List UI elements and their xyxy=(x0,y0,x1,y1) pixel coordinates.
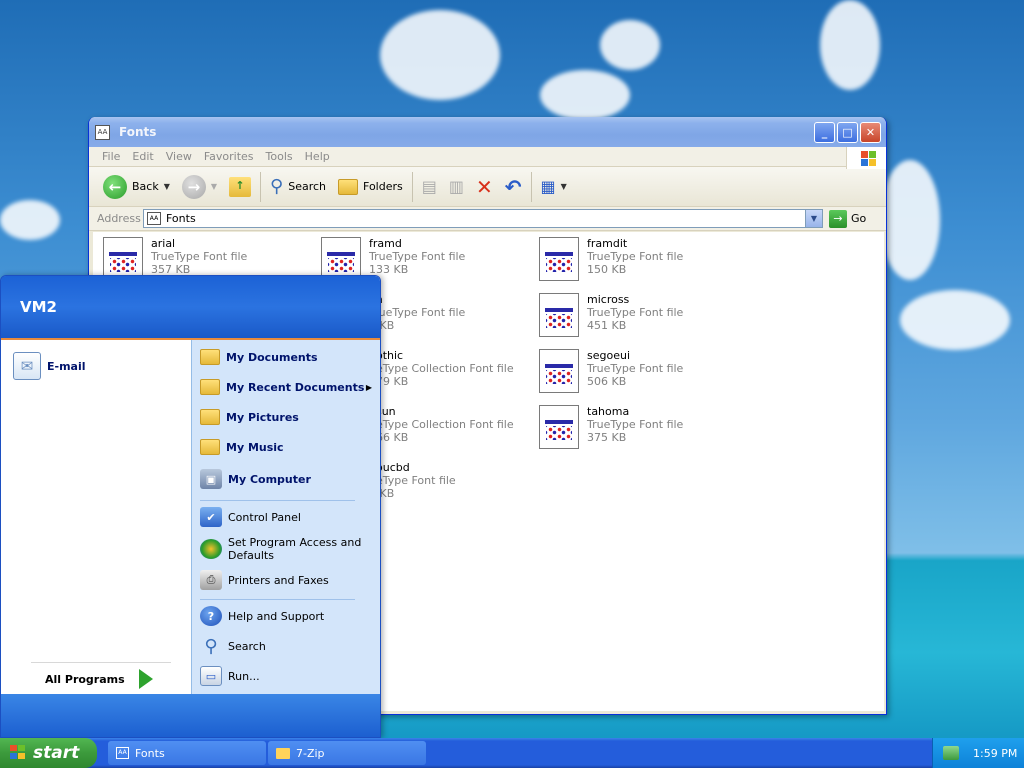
search-icon: ⚲ xyxy=(204,635,218,657)
fonts-folder-icon: AA xyxy=(95,124,110,140)
taskbar-item-7zip[interactable]: 7-Zip xyxy=(268,741,426,765)
folders-button[interactable]: Folders xyxy=(332,172,409,202)
font-file-icon xyxy=(539,349,579,393)
delete-button[interactable]: ✕ xyxy=(470,172,499,202)
set-program-access-icon xyxy=(200,539,222,559)
start-my-pictures[interactable]: My Pictures xyxy=(200,409,380,425)
back-dropdown-icon[interactable]: ▼ xyxy=(164,182,170,191)
menu-help[interactable]: Help xyxy=(299,150,336,163)
my-computer-icon: ▣ xyxy=(200,469,222,489)
search-button[interactable]: ⚲ Search xyxy=(264,172,332,202)
up-folder-button[interactable]: ↑ xyxy=(223,172,257,202)
start-my-music[interactable]: My Music xyxy=(200,439,380,455)
start-my-documents[interactable]: My Documents xyxy=(200,349,380,365)
search-icon: ⚲ xyxy=(270,176,284,197)
font-file-icon xyxy=(539,405,579,449)
forward-arrow-icon: → xyxy=(181,174,206,199)
move-to-icon: ▤ xyxy=(421,177,437,196)
taskbar: start AA Fonts 7-Zip 1:59 PM xyxy=(0,738,1024,768)
email-icon: ✉ xyxy=(13,352,41,380)
title-bar[interactable]: AA Fonts _ □ ✕ xyxy=(89,117,886,147)
menu-file[interactable]: File xyxy=(96,150,126,163)
file-item[interactable]: framdit TrueType Font file 150 KB xyxy=(539,237,749,289)
start-menu-header: VM2 xyxy=(1,276,380,340)
views-button[interactable]: ▦ ▼ xyxy=(535,172,573,202)
start-menu-left-pane: ✉ E-mail All Programs xyxy=(1,340,191,696)
views-icon: ▦ xyxy=(540,177,556,196)
close-button[interactable]: ✕ xyxy=(860,122,881,143)
menu-favorites[interactable]: Favorites xyxy=(198,150,260,163)
address-value: Fonts xyxy=(166,212,196,225)
go-arrow-icon: → xyxy=(829,209,847,228)
copy-to-icon: ▥ xyxy=(448,177,464,196)
copy-to-button[interactable]: ▥ xyxy=(443,172,470,202)
control-panel-icon: ✔ xyxy=(200,507,222,527)
start-my-computer[interactable]: ▣ My Computer xyxy=(200,469,380,489)
window-title: Fonts xyxy=(119,125,157,139)
folders-icon xyxy=(338,178,359,195)
views-dropdown-icon[interactable]: ▼ xyxy=(561,182,567,191)
all-programs-arrow-icon xyxy=(138,669,153,689)
my-documents-icon xyxy=(200,349,220,365)
start-help-and-support[interactable]: ? Help and Support xyxy=(200,606,380,626)
my-recent-documents-icon xyxy=(200,379,220,395)
windows-logo-icon xyxy=(10,745,28,761)
file-item[interactable]: segoeui TrueType Font file 506 KB xyxy=(539,349,749,401)
start-printers-and-faxes[interactable]: ⎙ Printers and Faxes xyxy=(200,570,380,590)
maximize-button[interactable]: □ xyxy=(837,122,858,143)
delete-icon: ✕ xyxy=(476,174,493,199)
help-icon: ? xyxy=(200,606,222,626)
start-menu: VM2 ✉ E-mail All Programs My Documents M… xyxy=(0,275,381,738)
taskbar-item-fonts[interactable]: AA Fonts xyxy=(108,741,266,765)
start-control-panel[interactable]: ✔ Control Panel xyxy=(200,507,380,527)
my-music-icon xyxy=(200,439,220,455)
fonts-folder-icon: AA xyxy=(116,747,129,759)
address-label: Address xyxy=(97,212,141,225)
start-search[interactable]: ⚲ Search xyxy=(200,635,380,657)
start-my-recent-documents[interactable]: My Recent Documents ▶ xyxy=(200,379,380,395)
address-bar: Address AA Fonts ▼ → Go xyxy=(89,207,886,231)
all-programs-item[interactable]: All Programs xyxy=(45,669,153,689)
start-run[interactable]: ▭ Run... xyxy=(200,666,380,686)
menu-edit[interactable]: Edit xyxy=(126,150,159,163)
submenu-arrow-icon: ▶ xyxy=(365,382,372,392)
address-input[interactable]: AA Fonts ▼ xyxy=(143,209,823,228)
printer-icon: ⎙ xyxy=(200,570,222,590)
back-arrow-icon: ← xyxy=(103,174,127,199)
up-folder-icon: ↑ xyxy=(229,176,252,197)
address-dropdown-icon[interactable]: ▼ xyxy=(805,210,822,227)
my-pictures-icon xyxy=(200,409,220,425)
menu-tools[interactable]: Tools xyxy=(260,150,299,163)
font-file-icon xyxy=(539,293,579,337)
back-button[interactable]: ← Back ▼ xyxy=(97,172,176,202)
clock: 1:59 PM xyxy=(973,746,1018,760)
network-icon[interactable] xyxy=(943,746,959,760)
standard-toolbar: ← Back ▼ → ▼ ↑ ⚲ Search Folders ▤ ▥ ✕ ↶ … xyxy=(89,167,886,207)
start-set-program-access[interactable]: Set Program Access and Defaults xyxy=(200,536,380,562)
undo-icon: ↶ xyxy=(504,174,522,199)
font-file-icon xyxy=(539,237,579,281)
folder-icon xyxy=(276,747,290,759)
start-button[interactable]: start xyxy=(0,738,97,768)
start-email-item[interactable]: ✉ E-mail xyxy=(13,352,86,380)
minimize-button[interactable]: _ xyxy=(814,122,835,143)
forward-button[interactable]: → ▼ xyxy=(176,172,223,202)
run-icon: ▭ xyxy=(200,666,222,686)
forward-dropdown-icon[interactable]: ▼ xyxy=(211,182,217,191)
go-button[interactable]: → Go xyxy=(829,209,866,228)
file-item[interactable]: micross TrueType Font file 451 KB xyxy=(539,293,749,345)
start-menu-footer xyxy=(1,694,380,737)
user-name: VM2 xyxy=(20,298,57,316)
fonts-folder-icon: AA xyxy=(147,212,161,225)
system-tray: 1:59 PM xyxy=(932,738,1024,768)
undo-button[interactable]: ↶ xyxy=(499,172,528,202)
move-to-button[interactable]: ▤ xyxy=(416,172,443,202)
menu-bar: File Edit View Favorites Tools Help xyxy=(89,147,886,169)
windows-logo-icon xyxy=(846,147,886,169)
start-menu-right-pane: My Documents My Recent Documents ▶ My Pi… xyxy=(191,340,380,696)
menu-view[interactable]: View xyxy=(160,150,198,163)
file-item[interactable]: tahoma TrueType Font file 375 KB xyxy=(539,405,749,457)
